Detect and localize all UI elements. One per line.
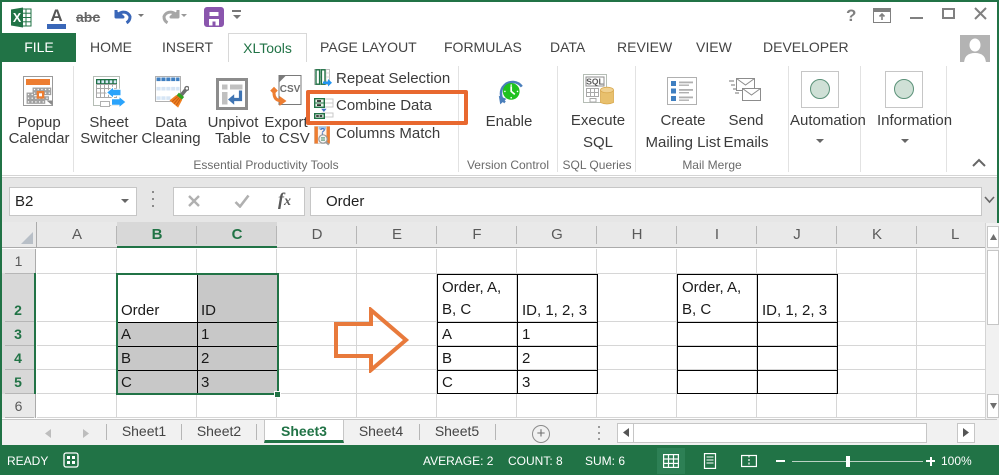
svg-text:X: X: [13, 11, 22, 25]
svg-text:SQL: SQL: [586, 77, 603, 87]
svg-text:=: =: [321, 135, 326, 144]
svg-text:CSV: CSV: [280, 84, 301, 95]
